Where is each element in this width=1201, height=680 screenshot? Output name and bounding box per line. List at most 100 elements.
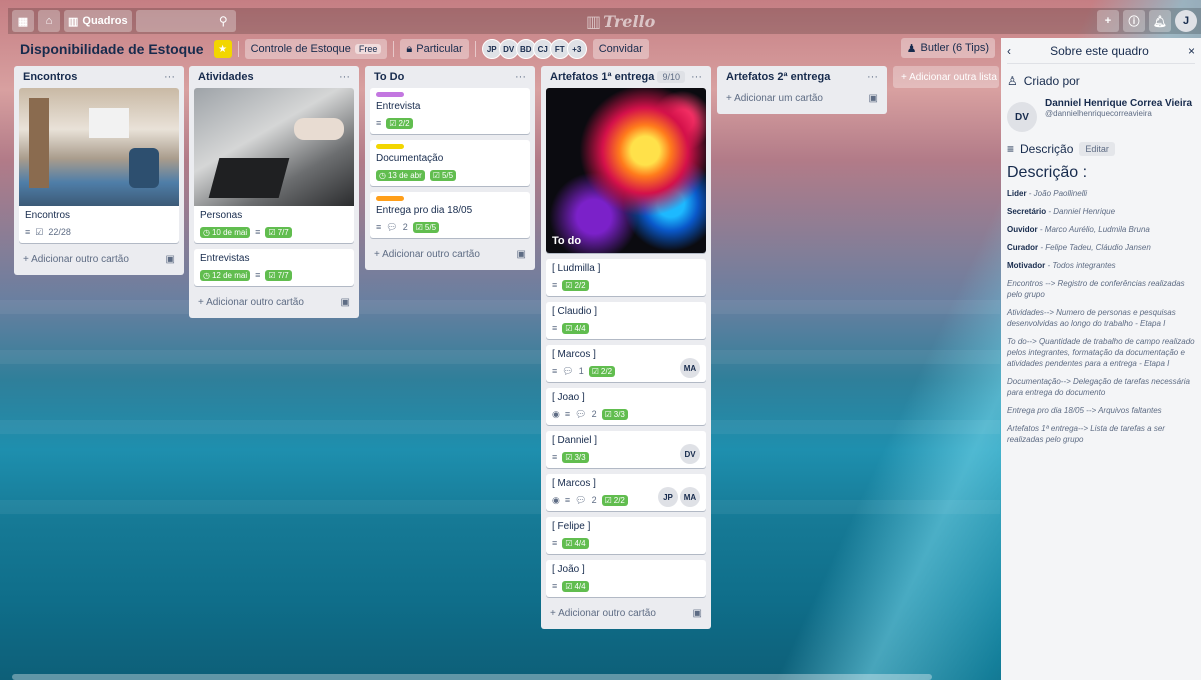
divider bbox=[474, 41, 476, 57]
close-icon[interactable]: × bbox=[1188, 44, 1195, 58]
template-icon[interactable]: ▣ bbox=[869, 93, 878, 104]
card-title: Personas bbox=[200, 210, 243, 221]
more-icon[interactable]: ··· bbox=[515, 71, 526, 83]
more-members[interactable]: +3 bbox=[566, 39, 587, 59]
more-icon[interactable]: ··· bbox=[867, 71, 878, 83]
template-icon[interactable]: ▣ bbox=[693, 608, 702, 619]
avatar[interactable]: MA bbox=[680, 358, 700, 378]
list-encontros: Encontros ··· Encontros ≡ ☑ 22/28 + Adicion… bbox=[14, 66, 184, 275]
checklist-badge: ☑ 3/3 bbox=[601, 408, 628, 420]
card-title: [ Ludmilla ] bbox=[552, 263, 601, 274]
apps-button[interactable]: ▦ bbox=[12, 10, 34, 32]
add-card-button[interactable]: + Adicionar outro cartão ▣ bbox=[19, 249, 179, 269]
info-button[interactable]: ⓘ bbox=[1123, 10, 1145, 32]
list-artefatos-1: Artefatos 1ª entrega 9/10 ··· To do [ Ludm… bbox=[541, 66, 711, 629]
visibility-button[interactable]: 🔒︎ Particular bbox=[400, 39, 469, 59]
description-icon: ≡ bbox=[376, 118, 382, 128]
card-entrevista[interactable]: Entrevista ≡ ☑ 2/2 bbox=[370, 88, 530, 134]
list-title[interactable]: Encontros bbox=[23, 71, 77, 83]
due-date-badge[interactable]: ◷ 13 de abr bbox=[376, 169, 425, 181]
card-title: [ Joao ] bbox=[552, 392, 585, 403]
create-button[interactable]: + bbox=[1097, 10, 1119, 32]
add-card-label: + Adicionar outro cartão bbox=[374, 248, 480, 260]
card-felipe[interactable]: [ Felipe ] ≡ ☑ 4/4 bbox=[546, 517, 706, 554]
add-list-button[interactable]: + Adicionar outra lista bbox=[893, 66, 999, 88]
due-date-badge[interactable]: ◷ 10 de mai bbox=[200, 226, 251, 238]
avatar[interactable]: DV bbox=[1007, 102, 1037, 132]
card-ludmilla[interactable]: [ Ludmilla ] ≡ ☑ 2/2 bbox=[546, 259, 706, 296]
add-card-button[interactable]: + Adicionar outro cartão ▣ bbox=[546, 603, 706, 623]
card-encontros[interactable]: Encontros ≡ ☑ 22/28 bbox=[19, 88, 179, 243]
list-title[interactable]: Artefatos 1ª entrega bbox=[550, 71, 654, 83]
edit-button[interactable]: Editar bbox=[1079, 142, 1115, 156]
card-marcos-2[interactable]: [ Marcos ] ◉ ≡ 💬︎ 2 ☑ 2/2 JP MA bbox=[546, 474, 706, 511]
description-note: To do--> Quantidade de trabalho de campo… bbox=[1007, 337, 1195, 368]
horizontal-scrollbar[interactable] bbox=[12, 674, 932, 680]
creator-name: Danniel Henrique Correa Vieira bbox=[1045, 98, 1193, 109]
card-label[interactable] bbox=[376, 144, 404, 149]
notifications-button[interactable]: 🔔︎ bbox=[1149, 10, 1171, 32]
avatar[interactable]: MA bbox=[680, 487, 700, 507]
due-date: 13 de abr bbox=[387, 170, 422, 180]
avatar[interactable]: JP bbox=[658, 487, 678, 507]
card-label[interactable] bbox=[376, 196, 404, 201]
add-card-button[interactable]: + Adicionar um cartão ▣ bbox=[722, 88, 882, 108]
list-title[interactable]: Artefatos 2ª entrega bbox=[726, 71, 830, 83]
description-icon: ≡ bbox=[552, 323, 558, 333]
invite-button[interactable]: Convidar bbox=[592, 39, 649, 59]
card-joao[interactable]: [ Joao ] ◉ ≡ 💬︎ 2 ☑ 3/3 bbox=[546, 388, 706, 425]
home-button[interactable]: ⌂ bbox=[38, 10, 60, 32]
card-cover-to-do[interactable]: To do bbox=[546, 88, 706, 253]
list-title[interactable]: Atividades bbox=[198, 71, 254, 83]
card-marcos[interactable]: [ Marcos ] ≡ 💬︎ 1 ☑ 2/2 MA bbox=[546, 345, 706, 382]
card-title: [ Claudio ] bbox=[552, 306, 598, 317]
card-danniel[interactable]: [ Danniel ] ≡ ☑ 3/3 DV bbox=[546, 431, 706, 468]
checklist-icon: ☑ bbox=[268, 227, 276, 237]
checklist-icon: ☑ bbox=[565, 581, 573, 591]
avatar[interactable]: DV bbox=[680, 444, 700, 464]
search-input[interactable]: ⚲ bbox=[135, 10, 236, 32]
card-documentacao[interactable]: Documentação ◷ 13 de abr ☑ 5/5 bbox=[370, 140, 530, 186]
plus-icon: + bbox=[1104, 15, 1112, 27]
team-button[interactable]: Controle de Estoque Free bbox=[244, 39, 388, 59]
description-icon: ≡ bbox=[255, 270, 261, 280]
card-title: [ João ] bbox=[552, 564, 585, 575]
card-joao-2[interactable]: [ João ] ≡ ☑ 4/4 bbox=[546, 560, 706, 597]
template-icon[interactable]: ▣ bbox=[166, 254, 175, 265]
description-note: Atividades--> Numero de personas e pesqu… bbox=[1007, 308, 1176, 328]
back-icon[interactable]: ‹ bbox=[1007, 44, 1011, 58]
role-row: Lider - João Paollinelli bbox=[1007, 188, 1195, 199]
board-title[interactable]: Disponibilidade de Estoque bbox=[16, 39, 208, 59]
template-icon[interactable]: ▣ bbox=[517, 249, 526, 260]
card-cover-photo bbox=[194, 88, 354, 206]
creator-handle: @dannielhenriquecorreavieira bbox=[1045, 109, 1152, 118]
due-date-badge[interactable]: ◷ 12 de mai bbox=[200, 269, 251, 281]
checklist-count: 4/4 bbox=[574, 538, 586, 548]
checklist-icon: ☑ bbox=[604, 495, 612, 505]
butler-button[interactable]: ♟ Butler (6 Tips) bbox=[900, 38, 995, 58]
description-heading: Descrição bbox=[1020, 142, 1074, 156]
more-icon[interactable]: ··· bbox=[691, 71, 702, 83]
add-card-button[interactable]: + Adicionar outro cartão ▣ bbox=[370, 244, 530, 264]
user-avatar[interactable]: J bbox=[1175, 10, 1197, 32]
list-title[interactable]: To Do bbox=[374, 71, 404, 83]
role-name: Lider bbox=[1007, 189, 1027, 198]
template-icon[interactable]: ▣ bbox=[341, 297, 350, 308]
card-label[interactable] bbox=[376, 92, 404, 97]
more-icon[interactable]: ··· bbox=[164, 71, 175, 83]
search-icon: ⚲ bbox=[218, 14, 228, 28]
more-icon[interactable]: ··· bbox=[339, 71, 350, 83]
trello-logo[interactable]: ▥ Trello bbox=[586, 12, 655, 31]
card-entrega[interactable]: Entrega pro dia 18/05 ≡ 💬︎ 2 ☑ 5/5 bbox=[370, 192, 530, 238]
butler-icon: ♟ bbox=[906, 42, 917, 55]
card-count-badge: 9/10 bbox=[657, 71, 685, 83]
star-icon[interactable]: ★ bbox=[213, 40, 232, 58]
checklist-badge: ☑ 2/2 bbox=[386, 117, 413, 129]
boards-button[interactable]: ▥ Quadros bbox=[64, 10, 132, 32]
card-title: Entrevistas bbox=[200, 253, 250, 264]
due-date: 12 de mai bbox=[211, 270, 248, 280]
card-entrevistas[interactable]: Entrevistas ◷ 12 de mai ≡ ☑ 7/7 bbox=[194, 249, 354, 286]
add-card-button[interactable]: + Adicionar outro cartão ▣ bbox=[194, 292, 354, 312]
card-claudio[interactable]: [ Claudio ] ≡ ☑ 4/4 bbox=[546, 302, 706, 339]
card-personas[interactable]: Personas ◷ 10 de mai ≡ ☑ 7/7 bbox=[194, 88, 354, 243]
